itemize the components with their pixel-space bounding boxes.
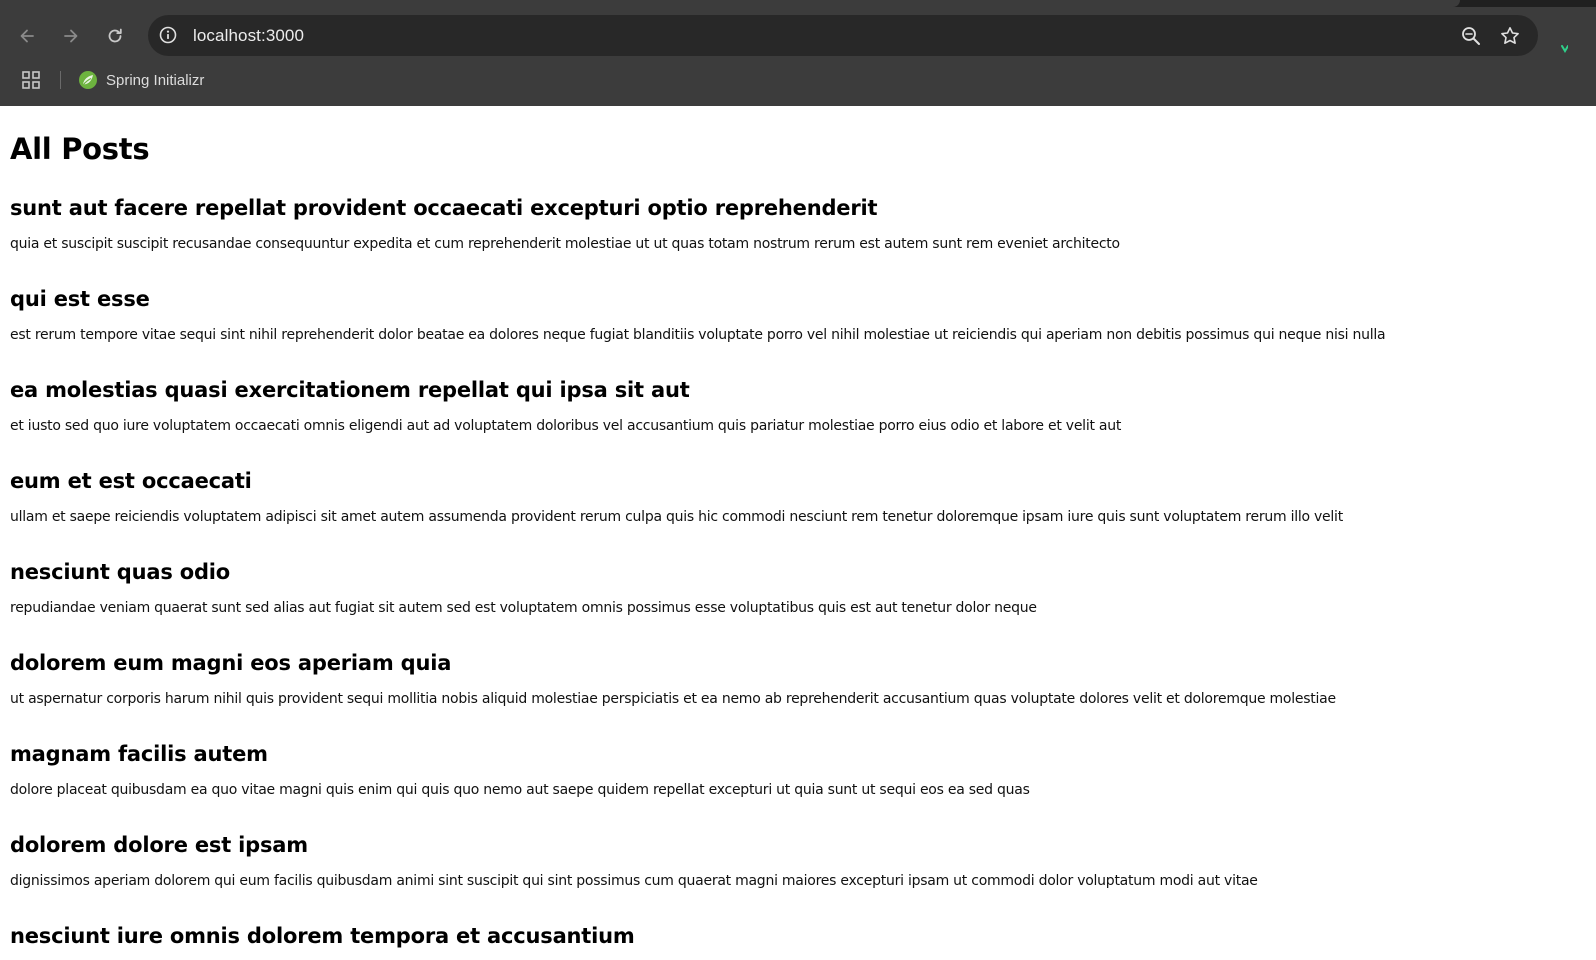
post-item: nesciunt quas odio repudiandae veniam qu…	[10, 558, 1570, 616]
post-item: dolorem dolore est ipsam dignissimos ape…	[10, 831, 1570, 889]
bookmark-star-icon[interactable]	[1498, 24, 1522, 48]
url-text[interactable]: localhost:3000	[193, 26, 304, 46]
post-item: eum et est occaecati ullam et saepe reic…	[10, 467, 1570, 525]
forward-arrow-icon	[64, 29, 78, 43]
post-body: ullam et saepe reiciendis voluptatem adi…	[10, 509, 1343, 525]
apps-grid-icon[interactable]	[21, 70, 41, 90]
page-title: All Posts	[10, 132, 150, 166]
extension-icon[interactable]	[1560, 42, 1569, 56]
reload-button[interactable]	[99, 20, 131, 52]
zoom-icon[interactable]	[1459, 24, 1483, 48]
post-title: ea molestias quasi exercitationem repell…	[10, 378, 690, 402]
post-title: eum et est occaecati	[10, 469, 252, 493]
post-body: dignissimos aperiam dolorem qui eum faci…	[10, 873, 1258, 889]
spring-leaf-icon	[79, 71, 97, 89]
post-body: repudiandae veniam quaerat sunt sed alia…	[10, 600, 1037, 616]
post-item: qui est esse est rerum tempore vitae seq…	[10, 285, 1570, 343]
post-body: dolore placeat quibusdam ea quo vitae ma…	[10, 782, 1030, 798]
back-arrow-icon	[20, 29, 34, 43]
post-body: quia et suscipit suscipit recusandae con…	[10, 236, 1120, 252]
post-item: dolorem eum magni eos aperiam quia ut as…	[10, 649, 1570, 707]
page-content: All Posts sunt aut facere repellat provi…	[0, 106, 1596, 960]
tab-strip	[0, 0, 1596, 7]
post-title: nesciunt quas odio	[10, 560, 231, 584]
post-title: dolorem eum magni eos aperiam quia	[10, 651, 452, 675]
active-tab-edge[interactable]	[0, 0, 1460, 7]
address-bar[interactable]: localhost:3000	[148, 15, 1538, 56]
post-title: qui est esse	[10, 287, 150, 311]
reload-icon	[108, 28, 122, 43]
post-title: magnam facilis autem	[10, 742, 268, 766]
browser-toolbar: localhost:3000	[0, 14, 1596, 58]
post-body: ut aspernatur corporis harum nihil quis …	[10, 691, 1336, 707]
back-button[interactable]	[11, 20, 43, 52]
post-item: nesciunt iure omnis dolorem tempora et a…	[10, 922, 1570, 950]
post-title: nesciunt iure omnis dolorem tempora et a…	[10, 924, 635, 948]
post-title: dolorem dolore est ipsam	[10, 833, 308, 857]
post-body: et iusto sed quo iure voluptatem occaeca…	[10, 418, 1122, 434]
post-item: magnam facilis autem dolore placeat quib…	[10, 740, 1570, 798]
post-item: ea molestias quasi exercitationem repell…	[10, 376, 1570, 434]
post-title: sunt aut facere repellat provident occae…	[10, 196, 878, 220]
site-info-icon[interactable]	[158, 25, 178, 45]
bookmarks-divider	[60, 71, 61, 89]
bookmark-spring-initializr[interactable]: Spring Initializr	[78, 68, 204, 92]
post-item: sunt aut facere repellat provident occae…	[10, 194, 1570, 252]
browser-chrome: localhost:3000 Spring Initializr	[0, 0, 1596, 106]
bookmark-label: Spring Initializr	[106, 71, 205, 89]
forward-button[interactable]	[55, 20, 87, 52]
bookmarks-bar: Spring Initializr	[0, 62, 1596, 98]
post-body: est rerum tempore vitae sequi sint nihil…	[10, 327, 1386, 343]
